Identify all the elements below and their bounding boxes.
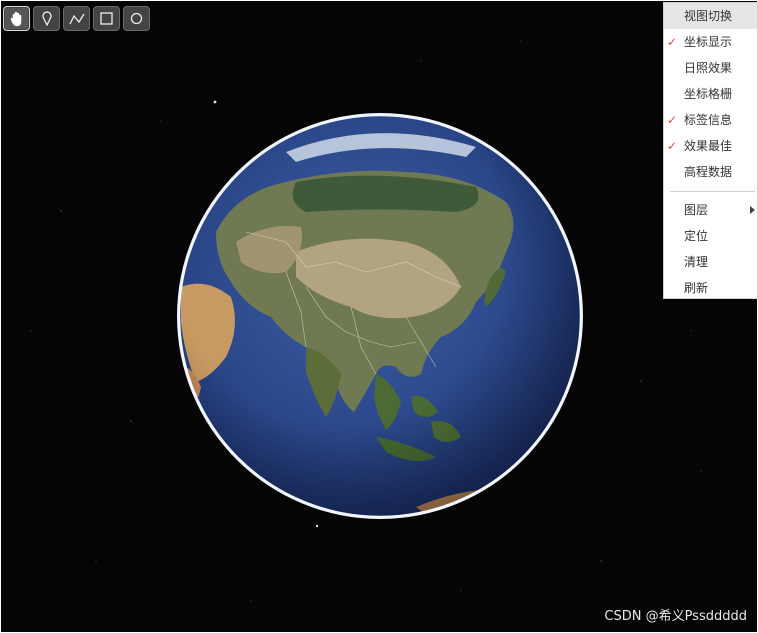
check-icon: ✓: [666, 139, 678, 153]
check-icon: ✓: [666, 35, 678, 49]
menu-item-view-switch[interactable]: 视图切换: [664, 3, 757, 29]
menu-item-layers[interactable]: 图层: [664, 197, 757, 223]
menu-item-label: 视图切换: [684, 9, 733, 23]
menu-item-label: 图层: [684, 203, 709, 217]
menu-item-coordinate-display[interactable]: ✓ 坐标显示: [664, 29, 757, 55]
pan-tool-button[interactable]: [3, 6, 30, 31]
check-icon: ✓: [666, 113, 678, 127]
menu-item-coordinate-grid[interactable]: 坐标格栅: [664, 81, 757, 107]
submenu-arrow-icon: [750, 206, 755, 214]
map-pin-icon: [41, 11, 52, 26]
menu-item-clear[interactable]: 清理: [664, 249, 757, 275]
menu-item-label: 效果最佳: [684, 139, 733, 153]
hand-pan-icon: [10, 11, 21, 26]
circle-icon: [130, 12, 143, 25]
circle-tool-button[interactable]: [123, 6, 150, 31]
menu-item-label-info[interactable]: ✓ 标签信息: [664, 107, 757, 133]
marker-tool-button[interactable]: [33, 6, 60, 31]
context-menu: 视图切换 ✓ 坐标显示 日照效果 坐标格栅 ✓ 标签信息 ✓ 效果最佳 高程数据…: [663, 2, 758, 299]
menu-divider: [670, 191, 755, 192]
menu-item-sunlight-effect[interactable]: 日照效果: [664, 55, 757, 81]
menu-item-label: 定位: [684, 229, 709, 243]
polyline-tool-button[interactable]: [63, 6, 90, 31]
menu-item-locate[interactable]: 定位: [664, 223, 757, 249]
menu-item-label: 清理: [684, 255, 709, 269]
menu-item-label: 坐标格栅: [684, 87, 733, 101]
menu-item-label: 日照效果: [684, 61, 733, 75]
menu-item-label: 坐标显示: [684, 35, 733, 49]
menu-item-label: 高程数据: [684, 165, 733, 179]
menu-item-best-quality[interactable]: ✓ 效果最佳: [664, 133, 757, 159]
menu-item-label: 刷新: [684, 281, 709, 295]
rectangle-icon: [100, 12, 113, 25]
polyline-icon: [68, 13, 85, 24]
menu-item-elevation-data[interactable]: 高程数据: [664, 159, 757, 185]
rectangle-tool-button[interactable]: [93, 6, 120, 31]
globe-viewport[interactable]: CSDN @希义Pssddddd: [1, 1, 757, 632]
menu-item-refresh[interactable]: 刷新: [664, 275, 757, 301]
watermark-text: CSDN @希义Pssddddd: [604, 609, 747, 624]
menu-item-label: 标签信息: [684, 113, 733, 127]
draw-toolbar: [3, 6, 150, 31]
earth-globe[interactable]: [176, 112, 584, 520]
